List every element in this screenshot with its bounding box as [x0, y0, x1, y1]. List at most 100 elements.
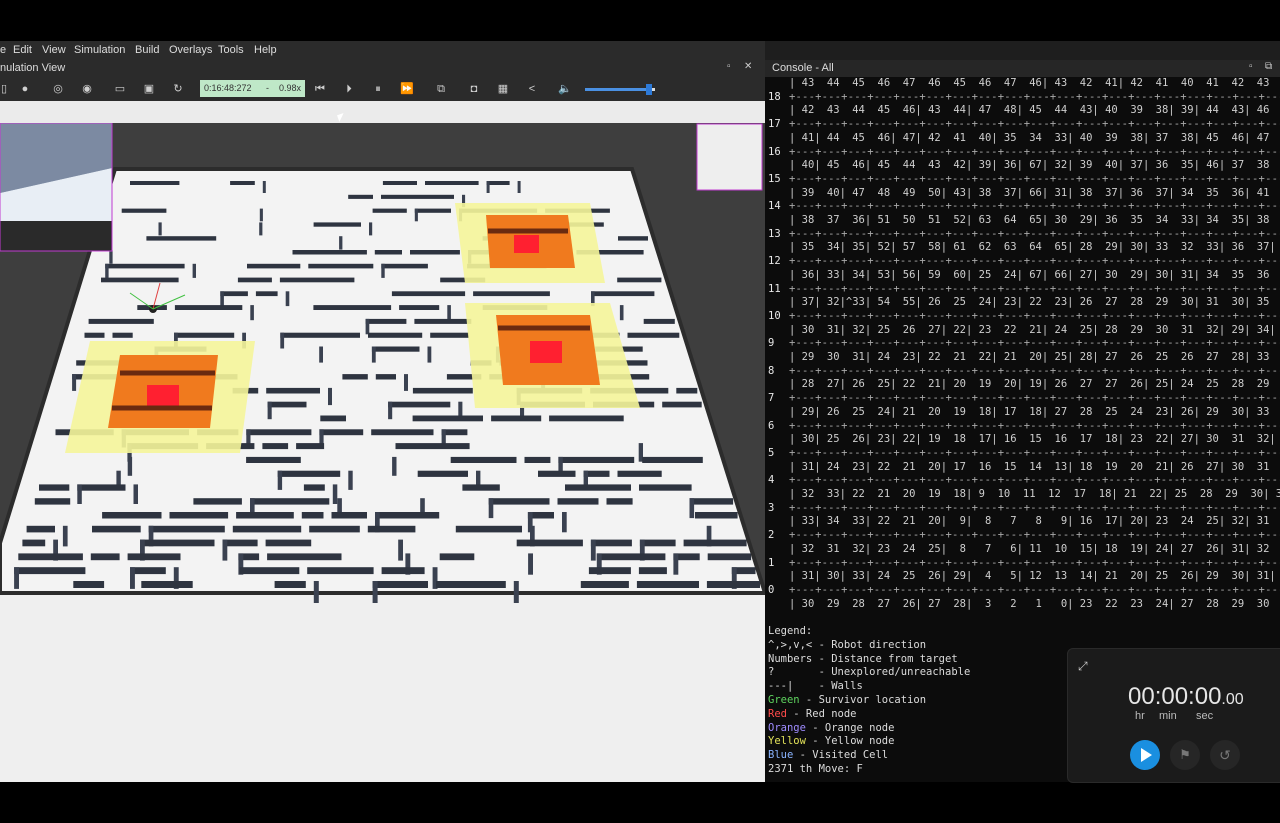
legend-line: Legend:	[768, 625, 813, 637]
grid-cell-row: | 31| 24 23| 22 21 20| 17 16 15 14 13| 1…	[765, 461, 1280, 475]
share-icon[interactable]: <	[524, 81, 540, 97]
maze-wall	[689, 498, 734, 505]
maze-scene[interactable]	[0, 123, 765, 782]
maze-wall	[372, 581, 378, 603]
maze-wall	[410, 250, 460, 255]
stopwatch-fraction: .00	[1221, 691, 1244, 708]
maze-wall	[414, 208, 418, 222]
reload-icon[interactable]: ↻	[170, 81, 186, 97]
grid-cell-row: | 30 29 28 27 26| 27 28| 3 2 1 0| 23 22 …	[765, 598, 1280, 612]
maze-wall	[39, 484, 70, 491]
stopwatch-start-button[interactable]	[1130, 740, 1160, 770]
grid-cells: | 30 29 28 27 26| 27 28| 3 2 1 0| 23 22 …	[789, 597, 1280, 610]
volume-icon[interactable]: 🔈	[557, 81, 573, 97]
maze-wall	[695, 512, 738, 519]
maze-wall	[279, 277, 355, 283]
maze-wall	[395, 443, 470, 450]
step-icon[interactable]: ⏵	[341, 81, 357, 97]
maze-wall	[439, 553, 475, 561]
maze-wall	[381, 263, 428, 269]
grid-row-label: 0	[768, 583, 775, 596]
menu-edit[interactable]: Edit	[13, 44, 32, 56]
maze-wall	[121, 208, 167, 213]
legend-key: Yellow	[768, 735, 806, 748]
simulation-time-display: 0:16:48:272 - 0.98x	[200, 80, 305, 97]
grid-row-label: 16	[768, 145, 781, 158]
camera-preview-right[interactable]	[696, 123, 763, 191]
maze-wall	[192, 263, 196, 278]
stopwatch-unit-min: min	[1159, 710, 1177, 722]
legend-description: - Survivor location	[799, 693, 927, 706]
maze-wall	[274, 581, 306, 588]
maze-wall	[381, 567, 425, 575]
open-folder-icon[interactable]: ▭	[112, 81, 128, 97]
menu-file[interactable]: e	[0, 44, 6, 56]
camera-preview-left[interactable]	[0, 123, 113, 252]
stop-icon[interactable]: ▯	[0, 81, 12, 97]
menu-view[interactable]: View	[42, 44, 66, 56]
fast-forward-icon[interactable]: ⏩	[399, 81, 415, 97]
rendering-icon[interactable]: ⧉	[433, 81, 449, 97]
console-popout-icon[interactable]: ⧉	[1265, 61, 1272, 72]
volume-slider-knob[interactable]	[646, 84, 653, 95]
maze-wall	[112, 332, 133, 338]
maze-wall	[348, 194, 373, 199]
maze-wall	[399, 305, 440, 310]
maze-wall	[280, 332, 285, 349]
legend-line: ? - Unexplored/unreachable	[768, 666, 971, 679]
console-maximize-icon[interactable]: ▫	[1249, 61, 1253, 72]
close-icon[interactable]: ✕	[744, 61, 752, 72]
legend-description: - Orange node	[805, 721, 895, 734]
maze-wall	[707, 553, 752, 561]
grid-cell-row: | 30 31| 32| 25 26 27| 22| 23 22 21| 24 …	[765, 324, 1280, 338]
grid-cell-row: | 38 37 36| 51 50 51 52| 63 64 65| 30 29…	[765, 214, 1280, 228]
grid-divider-row: 6 +---+---+---+---+---+---+---+---+---+--…	[765, 420, 1280, 434]
screenshot-icon[interactable]: ◘	[466, 81, 482, 97]
grid-divider: +---+---+---+---+---+---+---+---+---+---…	[789, 118, 1280, 131]
volume-slider[interactable]	[585, 84, 655, 95]
grid-cells: | 32 31 32| 23 24 25| 8 7 6| 11 10 15| 1…	[789, 542, 1280, 555]
grid-cell-row: | 30| 25 26| 23| 22| 19 18 17| 16 15 16 …	[765, 433, 1280, 447]
menu-tools[interactable]: Tools	[218, 44, 244, 56]
movie-icon[interactable]: ▦	[495, 81, 511, 97]
grid-divider: +---+---+---+---+---+---+---+---+---+---…	[789, 90, 1280, 103]
menu-build[interactable]: Build	[135, 44, 159, 56]
maze-wall	[617, 470, 662, 477]
grid-cells: | 29| 26 25 24| 21 20 19 18| 17 18| 27 2…	[789, 405, 1280, 418]
legend-key: Green	[768, 693, 800, 706]
maze-wall	[313, 222, 361, 227]
record-icon[interactable]: ●	[17, 81, 33, 97]
maze-wall	[84, 332, 105, 338]
maze-wall	[516, 539, 583, 547]
maximize-icon[interactable]: ▫	[727, 61, 731, 72]
grid-cells: | 42 43 44 45 46| 43 44| 47 48| 45 44 43…	[789, 104, 1280, 117]
stopwatch-lap-button[interactable]: ⚑	[1170, 740, 1200, 770]
maze-wall	[250, 305, 254, 321]
console-title: Console - All	[772, 62, 834, 74]
reset-simulation-icon[interactable]: ⏮	[312, 81, 328, 97]
eye-icon[interactable]: ◉	[79, 81, 95, 97]
menu-simulation[interactable]: Simulation	[74, 44, 125, 56]
maze-wall	[292, 250, 367, 255]
maze-wall	[92, 525, 141, 533]
stopwatch-widget: ⤢ 00:00:00.00 hr min sec ⚑ ↺	[1067, 648, 1280, 783]
grid-row-label: 7	[768, 392, 775, 405]
maze-wall	[683, 539, 747, 547]
3d-maze-view[interactable]	[0, 123, 765, 782]
reset-view-icon[interactable]: ◎	[50, 81, 66, 97]
menu-help[interactable]: Help	[254, 44, 277, 56]
maze-wall	[365, 318, 407, 324]
hazard-zone-top-right	[455, 203, 605, 283]
maze-wall	[247, 263, 301, 269]
menu-overlays[interactable]: Overlays	[169, 44, 212, 56]
pause-icon[interactable]: ⏸	[370, 81, 386, 97]
grid-row-label: 12	[768, 255, 781, 268]
maze-wall	[639, 484, 692, 491]
maze-wall	[524, 456, 551, 463]
save-icon[interactable]: ▣	[141, 81, 157, 97]
grid-cells: | 28 27| 26 25| 22 21| 20 19 20| 19| 26 …	[789, 378, 1280, 391]
stopwatch-unit-sec: sec	[1196, 710, 1214, 722]
grid-cell-row: | 35 34| 35| 52| 57 58| 61 62 63 64 65| …	[765, 241, 1280, 255]
stopwatch-reset-button[interactable]: ↺	[1210, 740, 1240, 770]
expand-icon[interactable]: ⤢	[1078, 659, 1088, 674]
